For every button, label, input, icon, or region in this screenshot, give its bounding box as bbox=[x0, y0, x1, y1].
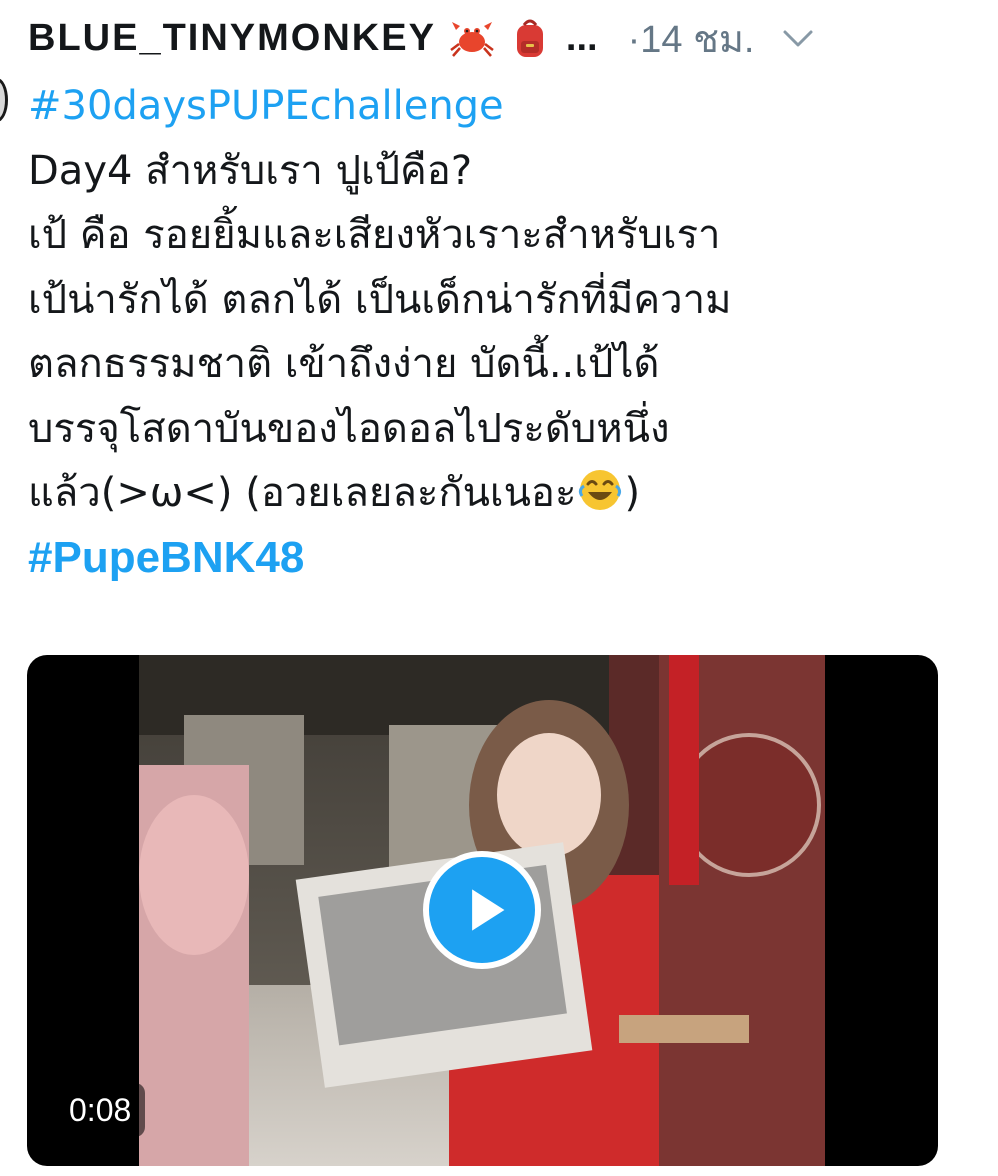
chevron-down-icon[interactable] bbox=[781, 23, 815, 53]
hashtag-link[interactable]: #30daysPUPEchallenge bbox=[28, 74, 968, 139]
tweet-line: ตลกธรรมชาติ เข้าถึงง่าย บัดนี้..เป้ได้ bbox=[28, 341, 660, 387]
hashtag-link[interactable]: #PupeBNK48 bbox=[28, 526, 968, 591]
tweet-line-text: แล้ว(>ω<) (อวยเลยละกันเนอะ bbox=[28, 470, 577, 516]
tweet: BLUE_TINYMONKEY ... ·14 ชม. #30daysPUPEc… bbox=[0, 0, 998, 1176]
tweet-header: BLUE_TINYMONKEY ... ·14 ชม. bbox=[28, 10, 978, 66]
tweet-text: #30daysPUPEchallenge Day4 สำหรับเรา ปูเป… bbox=[28, 74, 968, 590]
video-duration: 0:08 bbox=[55, 1083, 146, 1137]
play-icon bbox=[472, 889, 505, 931]
backpack-icon bbox=[508, 16, 552, 60]
video-player[interactable]: 0:08 bbox=[27, 655, 938, 1166]
play-button[interactable] bbox=[423, 851, 541, 969]
timestamp[interactable]: ·14 ชม. bbox=[628, 8, 755, 69]
tweet-line-last: แล้ว(>ω<) (อวยเลยละกันเนอะ) bbox=[28, 461, 968, 526]
crab-icon bbox=[450, 16, 494, 60]
username[interactable]: BLUE_TINYMONKEY bbox=[28, 17, 436, 60]
rolling-laughing-icon bbox=[576, 466, 624, 514]
tweet-line: เป้น่ารักได้ ตลกได้ เป็นเด็กน่ารักที่มีค… bbox=[28, 276, 732, 323]
avatar[interactable] bbox=[0, 78, 8, 122]
tweet-line-text-end: ) bbox=[624, 470, 641, 516]
tweet-line: เป้ คือ รอยยิ้มและเสียงหัวเราะสำหรับเรา bbox=[28, 212, 721, 258]
tweet-line: Day4 สำหรับเรา ปูเป้คือ? bbox=[28, 147, 473, 194]
tweet-line: บรรจุโสดาบันของไอดอลไประดับหนึ่ง bbox=[28, 405, 670, 452]
truncation-ellipsis: ... bbox=[565, 16, 598, 59]
